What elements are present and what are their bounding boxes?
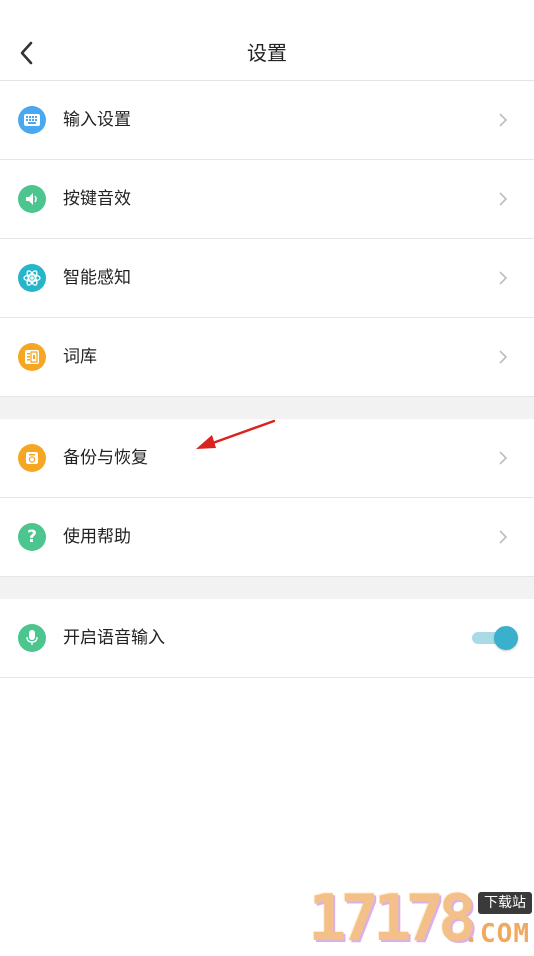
chevron-right-icon <box>499 530 508 544</box>
speaker-icon <box>18 185 46 213</box>
settings-row-label: 输入设置 <box>63 110 131 130</box>
chevron-right-icon <box>499 271 508 285</box>
settings-row-label: 按键音效 <box>63 189 131 209</box>
settings-row-label: 词库 <box>63 347 97 367</box>
section-divider <box>0 397 534 419</box>
microphone-icon <box>18 624 46 652</box>
watermark-badge: 下载站 <box>478 892 532 914</box>
settings-row-smart-sense[interactable]: 智能感知 <box>0 239 534 318</box>
chevron-right-icon <box>499 451 508 465</box>
toggle-knob <box>494 626 518 650</box>
section-divider <box>0 577 534 599</box>
settings-row-label: 开启语音输入 <box>63 628 165 648</box>
chevron-right-icon <box>499 192 508 206</box>
voice-input-toggle[interactable] <box>472 626 518 650</box>
settings-row-voice-input[interactable]: 开启语音输入 <box>0 599 534 678</box>
top-bar: 设置 <box>0 0 534 81</box>
settings-row-label: 智能感知 <box>63 268 131 288</box>
settings-row-input-settings[interactable]: 输入设置 <box>0 81 534 160</box>
red-arrow-annotation <box>196 419 276 449</box>
chevron-right-icon <box>499 350 508 364</box>
backup-icon <box>18 444 46 472</box>
chevron-right-icon <box>499 113 508 127</box>
page-title: 设置 <box>247 41 287 65</box>
settings-row-help[interactable]: ? 使用帮助 <box>0 498 534 577</box>
watermark-domain: .COM <box>463 919 530 949</box>
atom-icon <box>18 264 46 292</box>
keyboard-icon <box>18 106 46 134</box>
settings-row-label: 备份与恢复 <box>63 448 148 468</box>
settings-row-dictionary[interactable]: 词库 <box>0 318 534 397</box>
help-icon: ? <box>18 523 46 551</box>
settings-row-key-sound[interactable]: 按键音效 <box>0 160 534 239</box>
settings-row-label: 使用帮助 <box>63 527 131 547</box>
watermark-logo: 17178 下载站 .COM <box>308 882 534 956</box>
watermark-digits: 17178 <box>308 882 477 956</box>
dictionary-icon <box>18 343 46 371</box>
